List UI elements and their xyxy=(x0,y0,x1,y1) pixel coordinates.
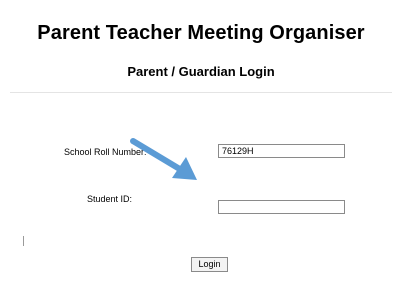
login-subtitle: Parent / Guardian Login xyxy=(127,64,275,79)
app-title: Parent Teacher Meeting Organiser xyxy=(37,22,365,44)
login-page: Parent Teacher Meeting Organiser Parent … xyxy=(0,0,399,284)
page-header: Parent Teacher Meeting Organiser Parent … xyxy=(10,0,392,93)
login-button[interactable]: Login xyxy=(191,257,228,272)
arrow-down-right-icon xyxy=(130,138,197,180)
student-id-label: Student ID: xyxy=(87,194,133,204)
student-id-input[interactable] xyxy=(218,200,345,214)
roll-number-input[interactable] xyxy=(218,144,345,158)
text-cursor-mark xyxy=(23,236,24,246)
